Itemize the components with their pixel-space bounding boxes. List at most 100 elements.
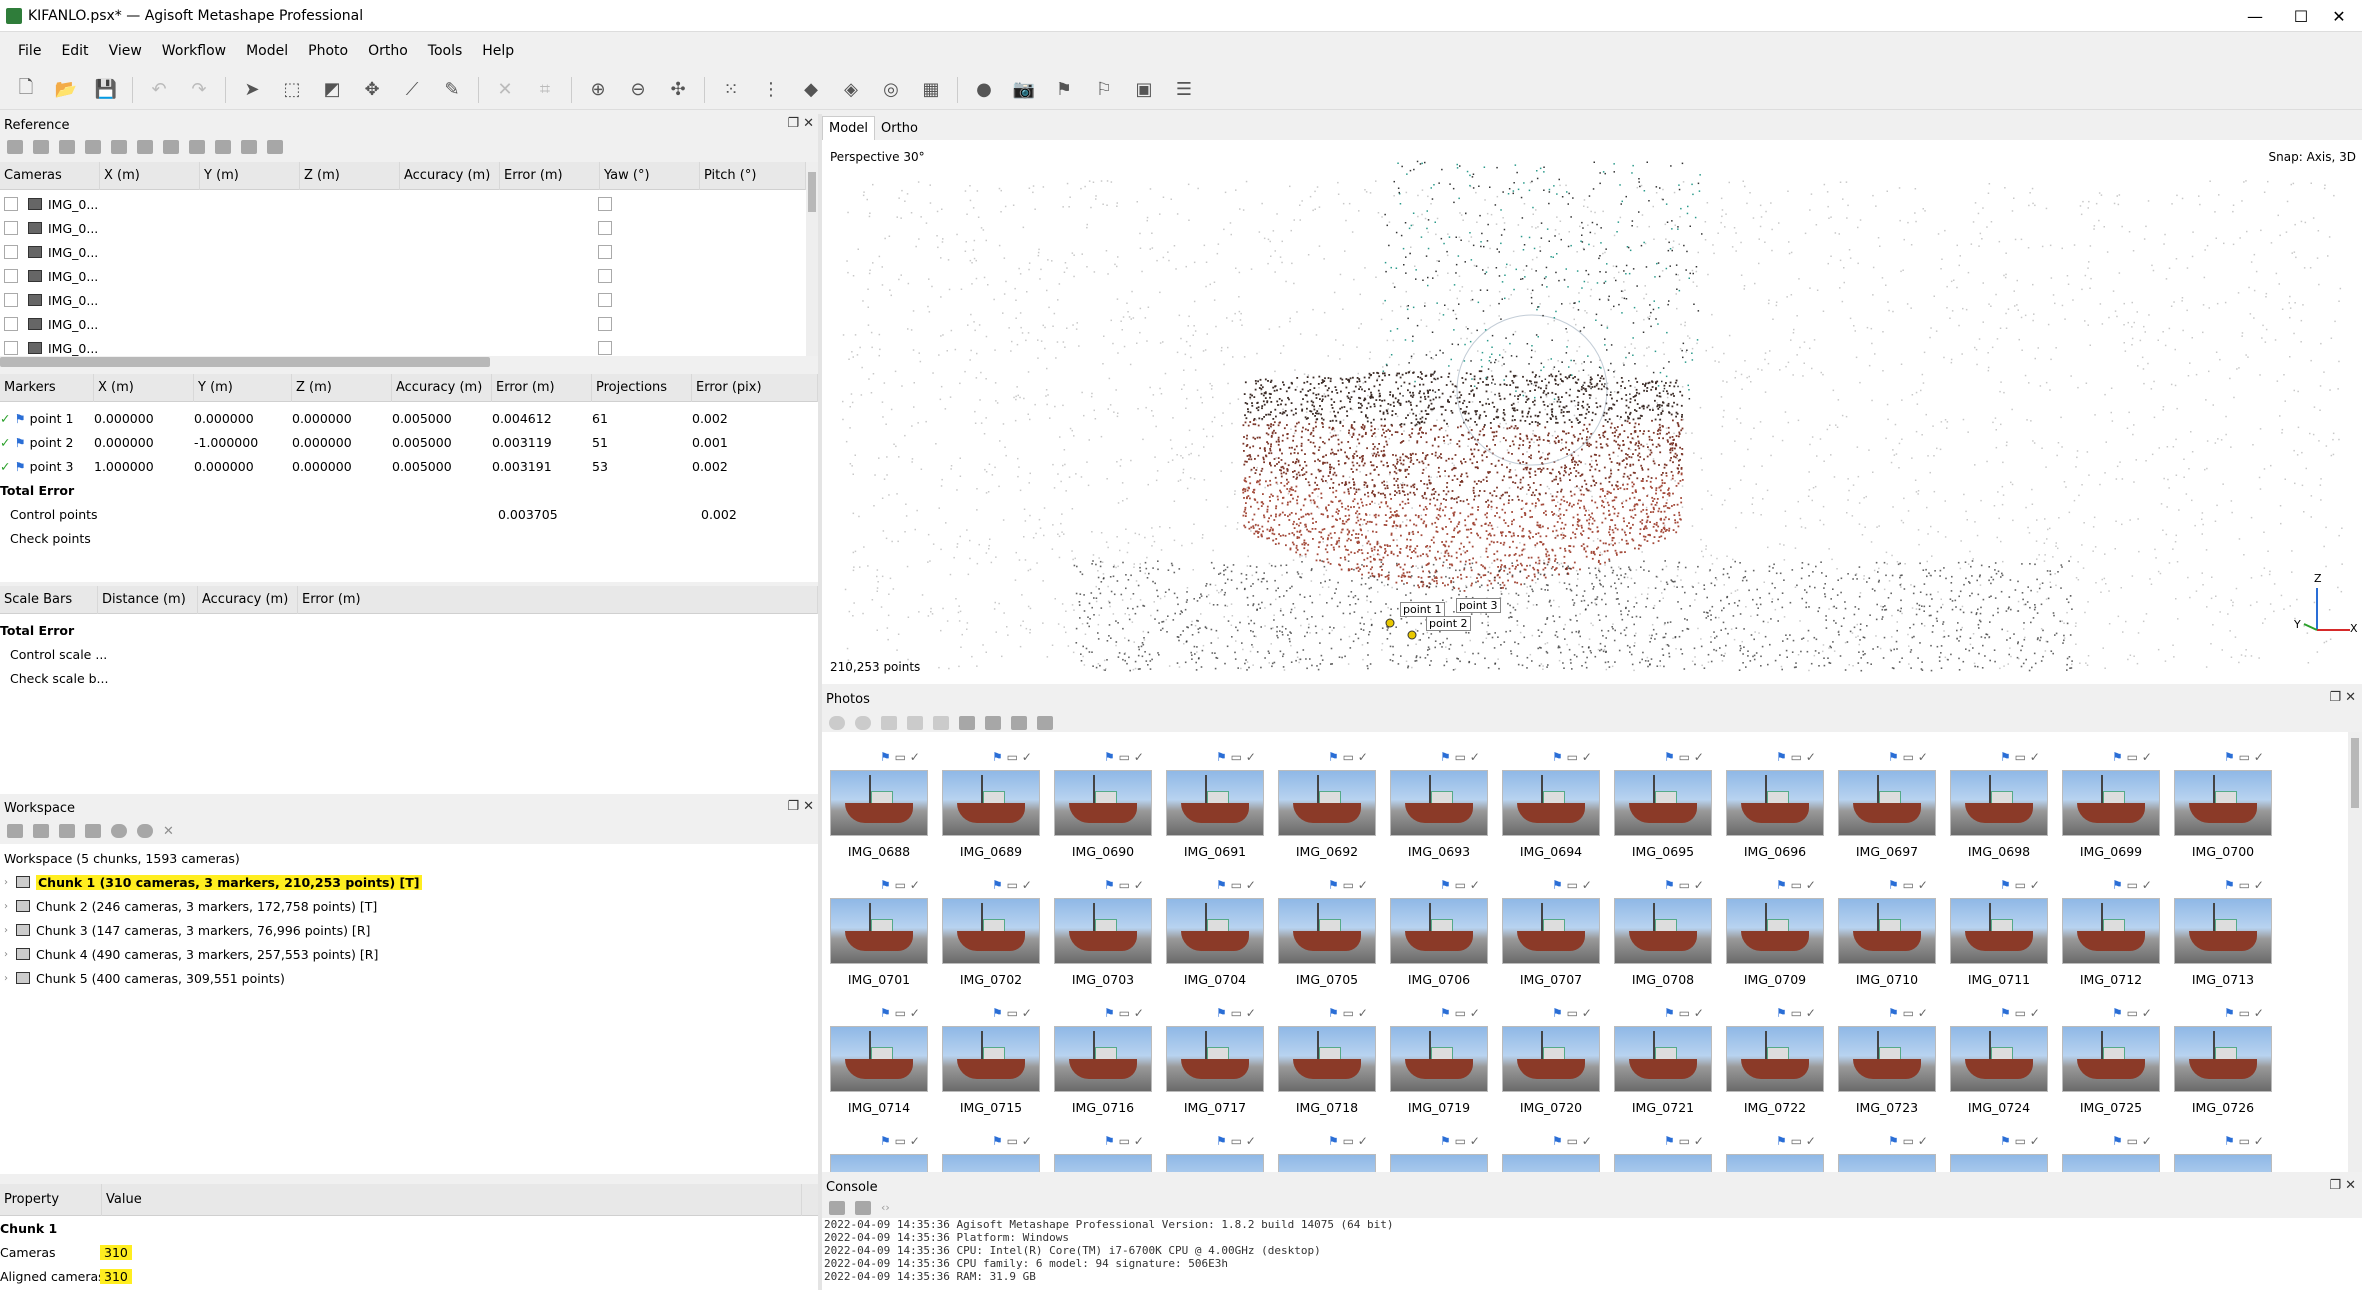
point-cloud-icon[interactable]: ⁙ <box>717 76 745 104</box>
photo-thumbnail[interactable]: ⚑ ▭ ✓ IMG_0720 <box>1502 1002 1614 1127</box>
camera-checkbox[interactable] <box>4 245 18 259</box>
expand-chevron-icon[interactable]: › <box>4 973 8 984</box>
col-x[interactable]: X (m) <box>100 161 200 190</box>
photo-thumbnail[interactable]: ⚑ ▭ ✓ <box>1502 1130 1614 1172</box>
mesh-shaded-icon[interactable]: ◆ <box>797 76 825 104</box>
expand-chevron-icon[interactable]: › <box>4 877 8 888</box>
photo-thumbnail[interactable]: ⚑ ▭ ✓ <box>1054 1130 1166 1172</box>
mask-icon[interactable] <box>985 716 1001 730</box>
camera-row[interactable]: IMG_0... <box>4 288 804 312</box>
rotate-left-icon[interactable] <box>907 716 923 730</box>
photo-thumbnail[interactable]: ⚑ ▭ ✓ IMG_0722 <box>1726 1002 1838 1127</box>
camera-yaw-checkbox[interactable] <box>598 197 612 211</box>
col-merror[interactable]: Error (m) <box>492 373 592 402</box>
marker-row[interactable]: ✓ ⚑ point 3 1.000000 0.000000 0.000000 0.005… <box>0 454 818 478</box>
details-icon[interactable] <box>1011 716 1027 730</box>
photo-thumbnail[interactable]: ⚑ ▭ ✓ IMG_0718 <box>1278 1002 1390 1127</box>
sphere-icon[interactable]: ● <box>970 76 998 104</box>
camera-row[interactable]: IMG_0... <box>4 192 804 216</box>
add-chunk-icon[interactable] <box>7 824 23 838</box>
camera-checkbox[interactable] <box>4 293 18 307</box>
camera-checkbox[interactable] <box>4 317 18 331</box>
crop-selection-icon[interactable]: ⌗ <box>531 76 559 104</box>
col-errorpix[interactable]: Error (pix) <box>692 373 818 402</box>
close-button[interactable]: ✕ <box>2316 0 2362 32</box>
col-mx[interactable]: X (m) <box>94 373 194 402</box>
check-icon[interactable]: ✓ <box>0 411 10 426</box>
calculator-icon[interactable] <box>85 140 101 154</box>
photo-thumbnail[interactable]: ⚑ ▭ ✓ IMG_0721 <box>1614 1002 1726 1127</box>
camera-row[interactable]: IMG_0... <box>4 240 804 264</box>
menu-file[interactable]: File <box>18 43 41 59</box>
camera-yaw-checkbox[interactable] <box>598 317 612 331</box>
dense-cloud-icon[interactable]: ⋮ <box>757 76 785 104</box>
horizontal-scrollbar[interactable] <box>0 357 490 367</box>
col-property[interactable]: Property <box>0 1183 102 1216</box>
check-icon[interactable]: ✓ <box>0 435 10 450</box>
photo-thumbnail[interactable]: ⚑ ▭ ✓ IMG_0716 <box>1054 1002 1166 1127</box>
menu-edit[interactable]: Edit <box>61 43 88 59</box>
photo-thumbnail[interactable]: ⚑ ▭ ✓ IMG_0695 <box>1614 746 1726 871</box>
photo-thumbnail[interactable]: ⚑ ▭ ✓ IMG_0726 <box>2174 1002 2286 1127</box>
photo-thumbnail[interactable]: ⚑ ▭ ✓ IMG_0689 <box>942 746 1054 871</box>
col-markers[interactable]: Markers <box>0 373 94 402</box>
camera-icon[interactable]: 📷 <box>1010 76 1038 104</box>
photo-thumbnail[interactable]: ⚑ ▭ ✓ <box>2062 1130 2174 1172</box>
photo-thumbnail[interactable]: ⚑ ▭ ✓ <box>1390 1130 1502 1172</box>
chunk-item[interactable]: › Chunk 5 (400 cameras, 309,551 points) <box>4 966 285 990</box>
merge-icon[interactable] <box>85 824 101 838</box>
photo-thumbnail[interactable]: ⚑ ▭ ✓ IMG_0717 <box>1166 1002 1278 1127</box>
photo-thumbnail[interactable]: ⚑ ▭ ✓ IMG_0725 <box>2062 1002 2174 1127</box>
show-images-icon[interactable]: ▣ <box>1130 76 1158 104</box>
rotate-right-icon[interactable] <box>933 716 949 730</box>
delete-selection-icon[interactable]: ✕ <box>491 76 519 104</box>
minimize-button[interactable]: — <box>2232 0 2278 32</box>
photo-thumbnail[interactable]: ⚑ ▭ ✓ IMG_0699 <box>2062 746 2174 871</box>
col-projections[interactable]: Projections <box>592 373 692 402</box>
col-cameras[interactable]: Cameras <box>0 161 100 190</box>
camera-checkbox[interactable] <box>4 197 18 211</box>
col-scalebars[interactable]: Scale Bars <box>0 585 98 614</box>
photo-disable-icon[interactable] <box>855 716 871 730</box>
menu-help[interactable]: Help <box>482 43 514 59</box>
ruler-icon[interactable]: ⟋ <box>398 76 426 104</box>
photo-thumbnail[interactable]: ⚑ ▭ ✓ IMG_0700 <box>2174 746 2286 871</box>
chunk-item[interactable]: › Chunk 2 (246 cameras, 3 markers, 172,75… <box>4 894 377 918</box>
photo-thumbnail[interactable]: ⚑ ▭ ✓ <box>1278 1130 1390 1172</box>
photo-thumbnail[interactable]: ⚑ ▭ ✓ <box>942 1130 1054 1172</box>
grid-view-icon[interactable] <box>1037 716 1053 730</box>
photo-thumbnail[interactable]: ⚑ ▭ ✓ IMG_0690 <box>1054 746 1166 871</box>
camera-checkbox[interactable] <box>4 341 18 355</box>
photo-thumbnail[interactable]: ⚑ ▭ ✓ <box>1726 1130 1838 1172</box>
expand-chevron-icon[interactable]: › <box>4 949 8 960</box>
col-yaw[interactable]: Yaw (°) <box>600 161 700 190</box>
navigation-cursor-icon[interactable]: ➤ <box>238 76 266 104</box>
console-float-close-icon[interactable]: ❐ ✕ <box>2329 1178 2356 1193</box>
open-folder-icon[interactable]: 📂 <box>52 76 80 104</box>
camera-yaw-checkbox[interactable] <box>598 245 612 259</box>
chunk-item[interactable]: › Chunk 3 (147 cameras, 3 markers, 76,996… <box>4 918 370 942</box>
photo-thumbnail[interactable]: ⚑ ▭ ✓ IMG_0714 <box>830 1002 942 1127</box>
chunk-item[interactable]: › Chunk 1 (310 cameras, 3 markers, 210,25… <box>4 870 422 894</box>
photo-thumbnail[interactable]: ⚑ ▭ ✓ IMG_0715 <box>942 1002 1054 1127</box>
col-pitch[interactable]: Pitch (°) <box>700 161 806 190</box>
marker-label-point1[interactable]: point 1 <box>1400 602 1445 617</box>
col-mz[interactable]: Z (m) <box>292 373 392 402</box>
photo-thumbnail[interactable]: ⚑ ▭ ✓ <box>2174 1130 2286 1172</box>
camera-row[interactable]: IMG_0... <box>4 216 804 240</box>
col-accuracy[interactable]: Accuracy (m) <box>400 161 500 190</box>
photo-thumbnail[interactable]: ⚑ ▭ ✓ IMG_0724 <box>1950 1002 2062 1127</box>
menu-ortho[interactable]: Ortho <box>368 43 408 59</box>
marker-row[interactable]: ✓ ⚑ point 2 0.000000 -1.000000 0.000000 0.00… <box>0 430 818 454</box>
col-serror[interactable]: Error (m) <box>298 585 818 614</box>
workspace-root[interactable]: Workspace (5 chunks, 1593 cameras) <box>4 846 240 870</box>
photo-thumbnail[interactable]: ⚑ ▭ ✓ IMG_0691 <box>1166 746 1278 871</box>
console-save-icon[interactable] <box>829 1201 845 1215</box>
photo-thumbnail[interactable]: ⚑ ▭ ✓ IMG_0697 <box>1838 746 1950 871</box>
panel-float-close-icon[interactable]: ❐ ✕ <box>787 116 814 131</box>
redo-icon[interactable]: ↷ <box>185 76 213 104</box>
view-source-icon[interactable] <box>163 140 179 154</box>
photo-thumbnail[interactable]: ⚑ ▭ ✓ IMG_0692 <box>1278 746 1390 871</box>
col-y[interactable]: Y (m) <box>200 161 300 190</box>
expand-chevron-icon[interactable]: › <box>4 901 8 912</box>
